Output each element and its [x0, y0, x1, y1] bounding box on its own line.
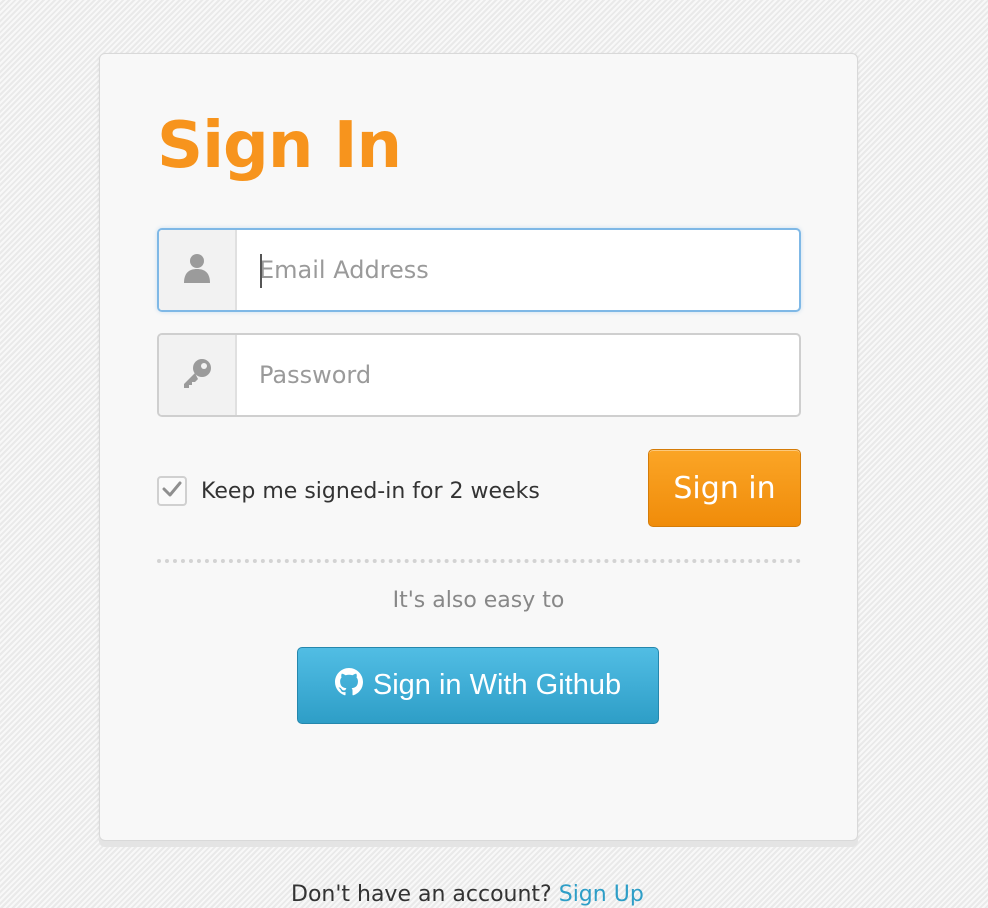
checkmark-icon [162, 480, 182, 502]
divider [157, 559, 801, 563]
signin-card: Sign In Email Address Keep me signed-in … [99, 53, 858, 841]
user-icon [182, 252, 212, 288]
remember-label: Keep me signed-in for 2 weeks [201, 478, 540, 504]
signup-link[interactable]: Sign Up [559, 882, 644, 907]
page-title: Sign In [157, 109, 402, 183]
github-button-label: Sign in With Github [372, 669, 622, 701]
email-field[interactable] [157, 228, 801, 312]
signup-footer: Don't have an account? Sign Up [291, 882, 644, 907]
github-icon [334, 667, 363, 704]
sign-in-button[interactable]: Sign in [648, 449, 801, 527]
password-field[interactable] [157, 333, 801, 417]
text-caret [260, 254, 262, 288]
key-icon [181, 357, 213, 393]
password-input[interactable] [237, 335, 799, 415]
remember-checkbox[interactable] [157, 476, 187, 506]
email-icon-box [159, 230, 237, 310]
password-icon-box [159, 335, 237, 415]
alternative-text: It's also easy to [392, 588, 565, 613]
remember-me: Keep me signed-in for 2 weeks [157, 476, 540, 506]
email-input[interactable] [237, 230, 799, 310]
github-signin-button[interactable]: Sign in With Github [297, 647, 659, 724]
signup-prompt: Don't have an account? [291, 882, 552, 907]
